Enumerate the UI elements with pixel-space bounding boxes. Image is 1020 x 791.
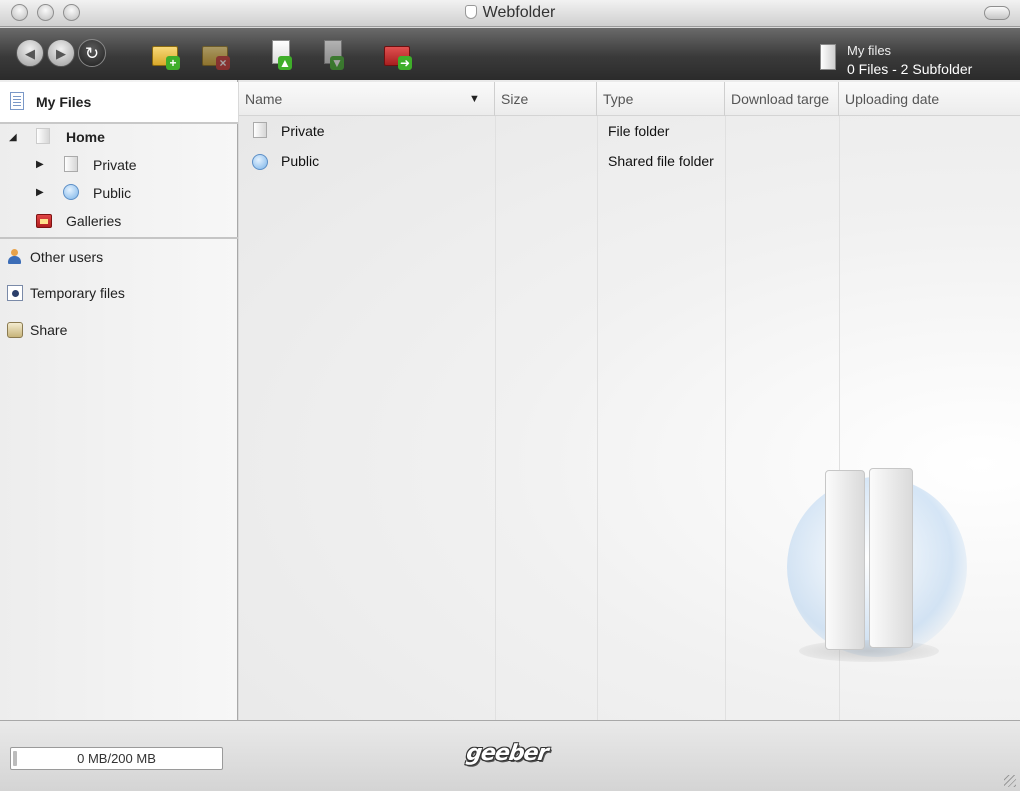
- row-name: Public: [281, 153, 320, 169]
- resize-grip-icon[interactable]: [1004, 775, 1016, 787]
- forward-button[interactable]: ▶: [47, 39, 75, 67]
- tree-item-label: Galleries: [66, 213, 122, 229]
- arrow-right-icon: ▶: [56, 45, 66, 61]
- reload-icon: ↻: [84, 43, 100, 63]
- tree-item-label: Public: [93, 185, 132, 201]
- shared-folder-icon: [63, 184, 79, 200]
- server-tower-icon: [869, 468, 913, 648]
- delete-folder-button[interactable]: ×: [200, 40, 230, 70]
- cross-icon: ×: [216, 56, 230, 70]
- row-name: Private: [281, 123, 325, 139]
- status-bar: 0 MB/200 MB geeber: [0, 720, 1020, 791]
- column-header-name[interactable]: Name: [239, 82, 495, 116]
- triangle-right-icon[interactable]: ▶: [36, 159, 44, 170]
- file-list: Name ▼ Size Type Download targe Uploadin…: [239, 80, 1020, 720]
- webfolder-icon: [464, 5, 477, 19]
- column-divider: [597, 116, 598, 720]
- download-button[interactable]: ▼: [318, 40, 348, 70]
- sidebar-item-label: Temporary files: [30, 285, 125, 301]
- arrow-left-icon: ◀: [25, 45, 35, 61]
- storage-quota-bar: 0 MB/200 MB: [10, 747, 223, 770]
- arrow-right-icon: ➜: [398, 56, 412, 70]
- temporary-files-icon: [7, 285, 23, 301]
- row-type: Shared file folder: [608, 153, 714, 169]
- triangle-down-icon[interactable]: ◢: [9, 132, 17, 143]
- toolbar-toggle-button[interactable]: [984, 6, 1010, 20]
- sidebar-item-my-files[interactable]: My Files: [0, 82, 238, 124]
- document-list-icon: [10, 92, 24, 110]
- folder-icon: [253, 122, 267, 138]
- table-row[interactable]: Private File folder: [239, 118, 1020, 146]
- window-title: Webfolder: [0, 4, 1020, 22]
- sidebar-header-label: My Files: [36, 94, 92, 110]
- column-header-row: Name ▼ Size Type Download targe Uploadin…: [239, 82, 1020, 116]
- location-title: My files: [847, 43, 892, 58]
- gallery-icon: [36, 214, 52, 228]
- triangle-right-icon[interactable]: ▶: [36, 187, 44, 198]
- folder-icon: [64, 156, 78, 172]
- tree-item-label: Home: [66, 129, 105, 145]
- arrow-down-icon: ▼: [330, 56, 344, 70]
- column-header-size[interactable]: Size: [495, 82, 597, 116]
- reload-button[interactable]: ↻: [78, 39, 106, 67]
- plus-icon: +: [166, 56, 180, 70]
- quota-label: 0 MB/200 MB: [77, 751, 156, 766]
- column-header-type[interactable]: Type: [597, 82, 725, 116]
- back-button[interactable]: ◀: [16, 39, 44, 67]
- sidebar-item-label: Other users: [30, 249, 104, 265]
- share-icon: [7, 322, 23, 338]
- column-header-uploading-date[interactable]: Uploading date: [839, 82, 1020, 116]
- sidebar-item-share[interactable]: Share: [0, 313, 238, 347]
- arrow-up-icon: ▲: [278, 56, 292, 70]
- sidebar-item-temporary-files[interactable]: Temporary files: [0, 276, 238, 310]
- location-summary: 0 Files - 2 Subfolder: [847, 61, 973, 77]
- user-icon: [6, 249, 22, 265]
- shared-folder-icon: [252, 154, 268, 170]
- row-type: File folder: [608, 123, 670, 139]
- chevron-down-icon[interactable]: ▼: [469, 93, 480, 105]
- share-gallery-button[interactable]: ➜: [382, 40, 412, 70]
- sidebar: My Files ◢ Home ▶ Private ▶ Public Galle…: [0, 80, 238, 720]
- table-row[interactable]: Public Shared file folder: [239, 148, 1020, 176]
- my-files-icon: [820, 44, 836, 70]
- geeber-logo: geeber: [464, 741, 550, 766]
- sidebar-divider: [0, 237, 238, 239]
- column-header-download-target[interactable]: Download targe: [725, 82, 839, 116]
- sidebar-item-other-users[interactable]: Other users: [0, 240, 238, 274]
- column-divider: [495, 116, 496, 720]
- column-divider: [725, 116, 726, 720]
- home-icon: [36, 128, 50, 144]
- new-folder-button[interactable]: +: [150, 40, 180, 70]
- upload-button[interactable]: ▲: [266, 40, 296, 70]
- tree-item-label: Private: [93, 157, 137, 173]
- sidebar-item-label: Share: [30, 322, 68, 338]
- window-titlebar: Webfolder: [0, 0, 1020, 27]
- server-tower-icon: [825, 470, 865, 650]
